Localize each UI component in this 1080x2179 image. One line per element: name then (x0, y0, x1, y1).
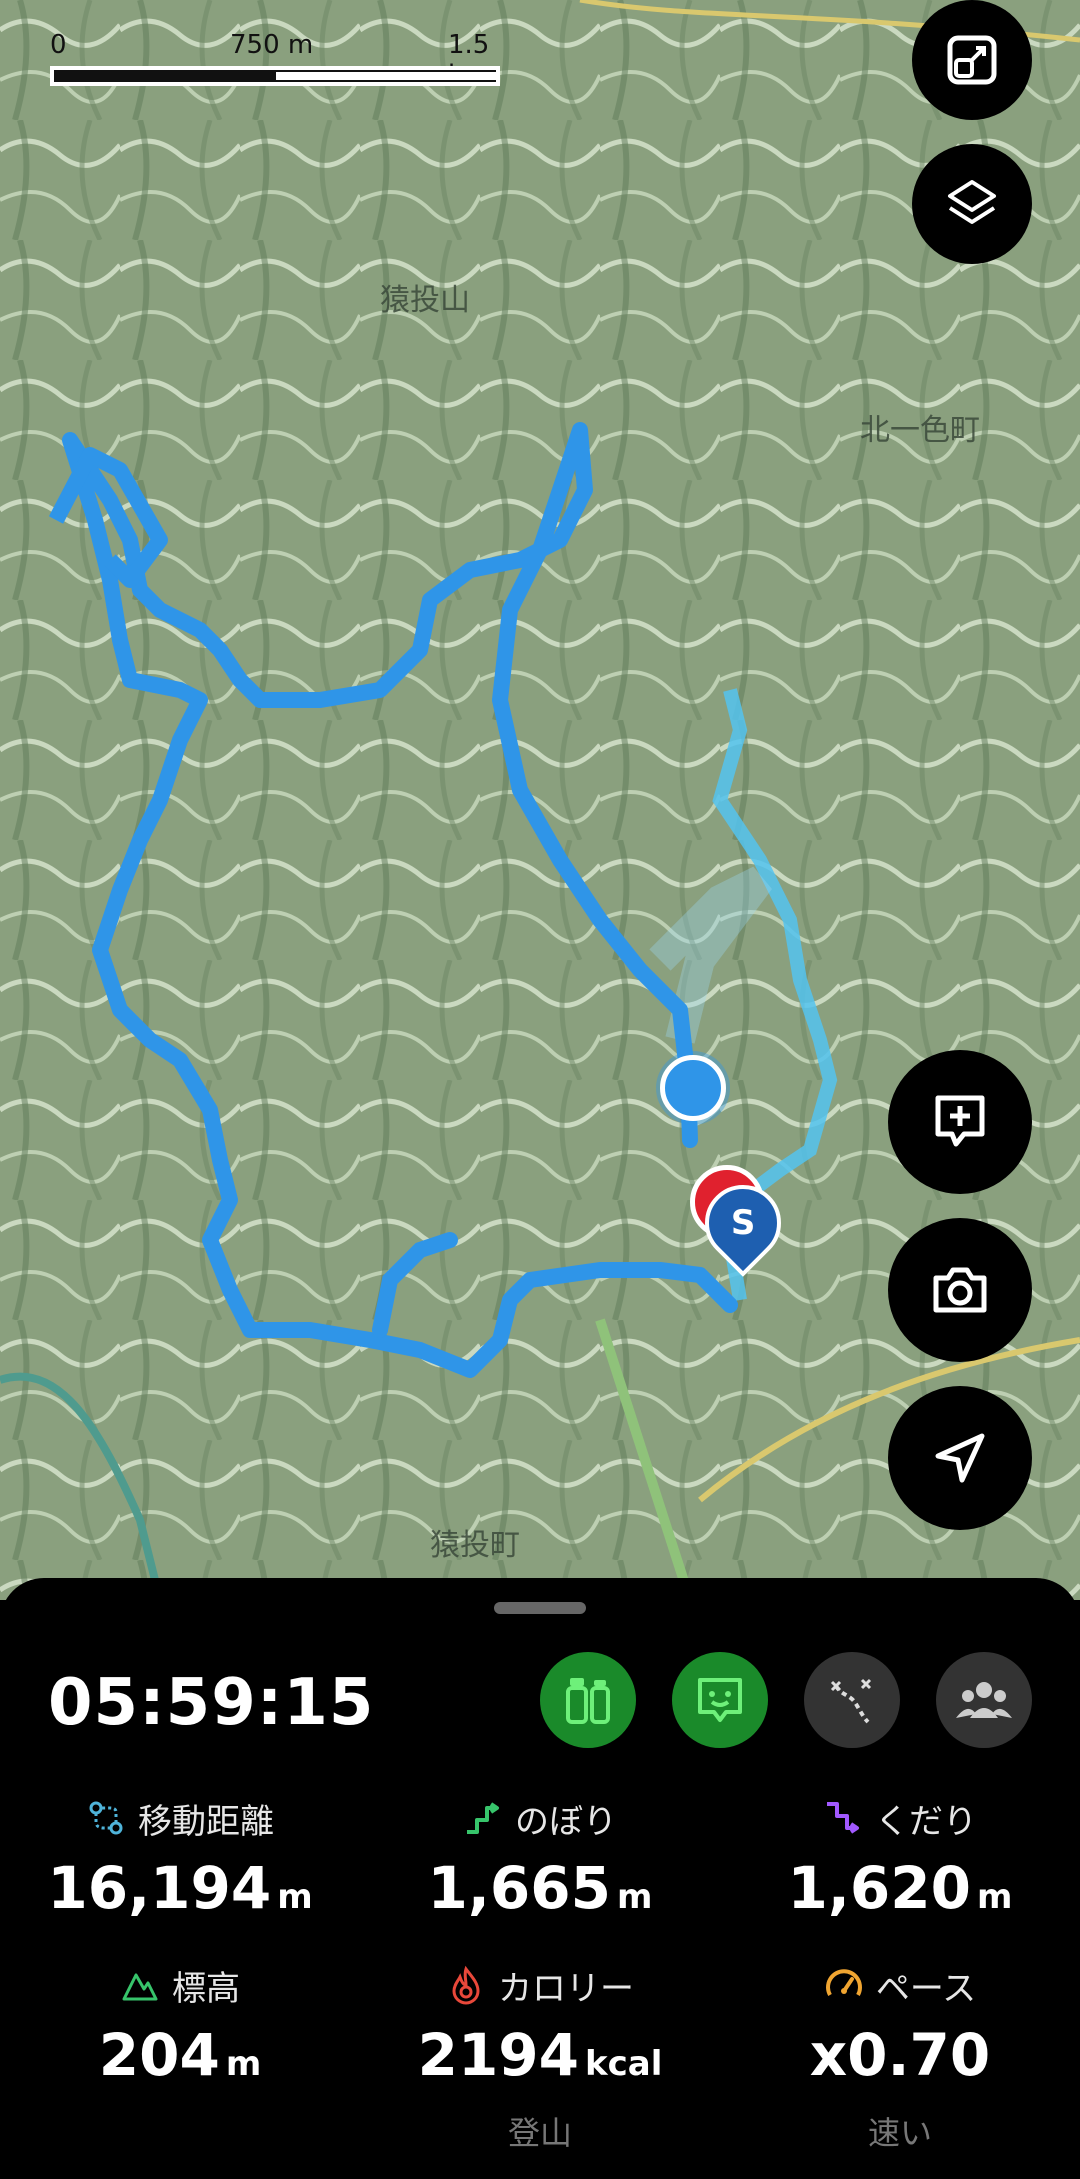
camera-button[interactable] (888, 1218, 1032, 1362)
elapsed-timer: 05:59:15 (48, 1666, 375, 1740)
stat-distance-label: 移動距離 (138, 1801, 274, 1842)
layers-button[interactable] (912, 144, 1032, 264)
stat-descent-unit: m (977, 1877, 1013, 1917)
chat-face-icon (698, 1678, 742, 1722)
map-label-mountain: 猿投山 (380, 283, 470, 318)
stat-ascent: のぼり 1,665 m (360, 1796, 720, 1923)
drag-handle[interactable] (494, 1602, 586, 1614)
layers-icon (948, 180, 996, 224)
stat-elevation-label: 標高 (172, 1968, 240, 2009)
add-memo-icon (935, 1095, 985, 1147)
group-button[interactable] (936, 1652, 1032, 1748)
scale-mid: 750 m (230, 30, 314, 60)
activity-type: 登山 (507, 2114, 572, 2152)
pace-note: 速い (867, 2114, 932, 2152)
map-view[interactable]: 0 750 m 1.5 km 猿投山 北一色町 猿投町 S (0, 0, 1080, 1600)
group-icon (956, 1682, 1012, 1718)
route-button[interactable] (804, 1652, 900, 1748)
speedometer-icon (825, 1969, 862, 1996)
distance-icon (89, 1801, 123, 1835)
scale-bar (50, 66, 500, 86)
start-marker-label: S (730, 1203, 756, 1243)
camera-icon (933, 1267, 987, 1313)
stat-distance-value: 16,194 (47, 1854, 272, 1922)
map-label-town-ne: 北一色町 (860, 413, 980, 448)
map-scale-bar: 0 750 m 1.5 km (48, 30, 508, 90)
stat-calories-unit: kcal (585, 2044, 663, 2084)
expand-icon (947, 35, 997, 85)
stat-calories-label: カロリー (498, 1968, 634, 2009)
stat-calories-value: 2194 (417, 2021, 580, 2089)
stat-distance-unit: m (277, 1877, 313, 1917)
expand-button[interactable] (912, 0, 1032, 120)
locate-button[interactable] (888, 1386, 1032, 1530)
stat-descent-label: くだり (875, 1801, 977, 1842)
flame-icon (452, 1965, 480, 2005)
route-icon (830, 1678, 872, 1724)
stat-pace: ペース x0.70 (720, 1963, 1080, 2090)
stat-pace-label: ペース (875, 1968, 977, 2009)
stat-calories: カロリー 2194 kcal (360, 1963, 720, 2089)
gear-icon (566, 1678, 610, 1724)
stat-elevation-unit: m (225, 2044, 262, 2084)
locate-arrow-icon (935, 1433, 985, 1483)
stat-descent: くだり 1,620 m (720, 1796, 1080, 1923)
stat-elevation: 標高 204 m (0, 1963, 360, 2090)
chat-button[interactable] (672, 1652, 768, 1748)
stat-descent-value: 1,620 (787, 1854, 972, 1922)
current-location-marker (660, 1055, 726, 1121)
ascent-icon (467, 1802, 499, 1834)
elevation-icon (122, 1973, 158, 2001)
stat-pace-value: x0.70 (809, 2021, 991, 2089)
scale-zero: 0 (50, 30, 67, 60)
stat-distance: 移動距離 16,194 m (0, 1796, 360, 1922)
stat-ascent-value: 1,665 (427, 1854, 612, 1922)
descent-icon (827, 1802, 859, 1834)
stat-ascent-label: のぼり (515, 1801, 617, 1842)
topographic-map (0, 0, 1080, 1600)
gear-button[interactable] (540, 1652, 636, 1748)
activity-panel: 05:59:15 移動距離 16,194 m のぼり 1,665 m くだり 1… (0, 1578, 1080, 2179)
stat-elevation-value: 204 (98, 2021, 220, 2089)
map-label-town-s: 猿投町 (430, 1528, 520, 1563)
stat-ascent-unit: m (617, 1877, 653, 1917)
add-memo-button[interactable] (888, 1050, 1032, 1194)
